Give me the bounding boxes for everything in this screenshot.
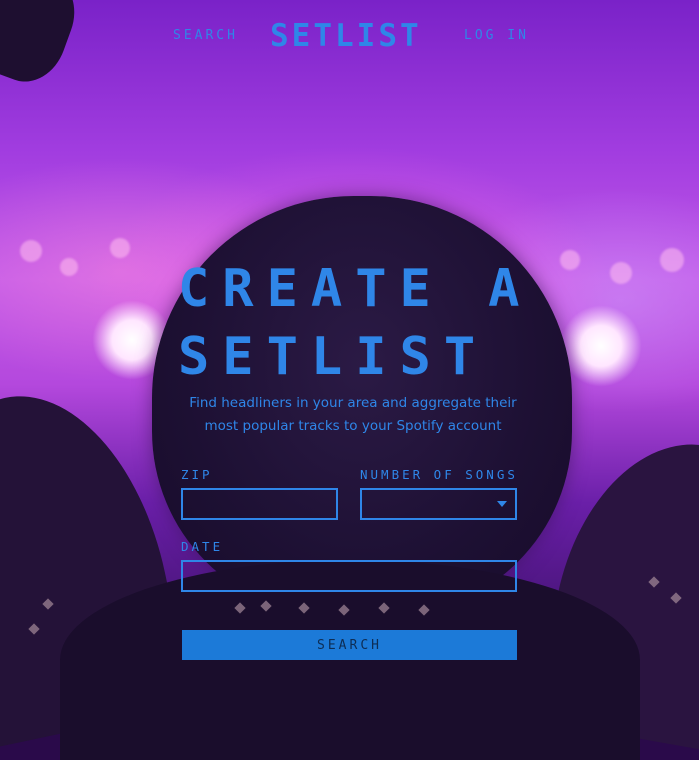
date-field-box — [181, 560, 517, 592]
date-input[interactable] — [183, 562, 515, 590]
hero-title-line-2: SETLIST — [178, 327, 489, 387]
date-label: DATE — [181, 539, 224, 554]
bokeh-light — [60, 258, 78, 276]
search-button[interactable]: SEARCH — [182, 630, 517, 660]
stage-light-right — [560, 305, 642, 387]
zip-field-box — [181, 488, 338, 520]
zip-label: ZIP — [181, 467, 213, 482]
number-of-songs-select[interactable] — [360, 488, 517, 520]
bokeh-light — [660, 248, 684, 272]
nav-login-link[interactable]: LOG IN — [464, 28, 529, 43]
hero-title: CREATE A SETLIST — [178, 255, 532, 391]
bokeh-light — [110, 238, 130, 258]
site-logo[interactable]: SETLIST — [270, 18, 422, 54]
bokeh-light — [560, 250, 580, 270]
raised-hand — [0, 0, 87, 93]
bokeh-light — [20, 240, 42, 262]
nav-search-link[interactable]: SEARCH — [173, 28, 238, 43]
zip-input[interactable] — [183, 490, 336, 518]
hero-subtitle: Find headliners in your area and aggrega… — [189, 395, 517, 434]
hero-title-line-1: CREATE A — [178, 259, 533, 319]
bokeh-light — [610, 262, 632, 284]
chevron-down-icon[interactable] — [497, 501, 507, 507]
number-of-songs-label: NUMBER OF SONGS — [360, 467, 518, 482]
